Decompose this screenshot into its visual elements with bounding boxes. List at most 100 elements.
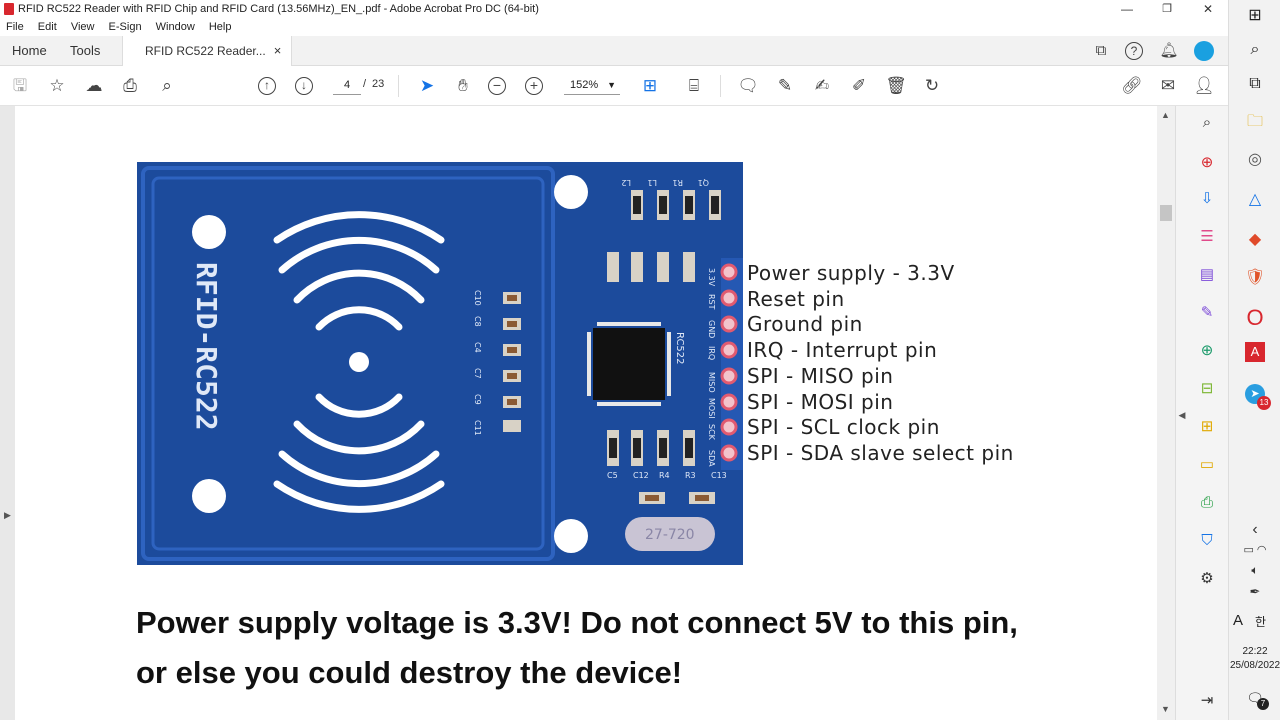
notifications-bell-icon[interactable]: 🔔︎	[1158, 40, 1180, 62]
scrolling-mode-icon[interactable]: ⌸	[682, 74, 706, 98]
network-app-icon[interactable]: ◎	[1241, 146, 1269, 174]
windows-start-icon[interactable]: ⊞	[1241, 2, 1269, 30]
print-icon[interactable]: ⎙	[118, 74, 142, 98]
scan-ocr-icon[interactable]: ⊕	[1196, 340, 1218, 362]
delete-trash-icon[interactable]: 🗑︎	[884, 74, 908, 98]
zoom-level-value: 152%	[570, 79, 599, 91]
pcb-pin-silk-label: SDA	[707, 450, 716, 467]
ime-mode[interactable]: 한	[1255, 613, 1266, 630]
pin-label-3v3: Power supply - 3.3V	[747, 261, 955, 285]
link-icon[interactable]: 🔗︎	[1120, 74, 1144, 98]
tab-close-icon[interactable]: ×	[274, 43, 282, 58]
opera-browser-icon[interactable]: O	[1241, 304, 1269, 332]
edit-pdf-icon[interactable]: ▤	[1196, 264, 1218, 286]
pane-expand-icon[interactable]: ⇥	[1196, 690, 1218, 712]
close-button[interactable]: ✕	[1188, 0, 1228, 18]
create-pdf-icon[interactable]: ⇩	[1196, 188, 1218, 210]
scroll-up-icon[interactable]: ▲	[1161, 110, 1170, 120]
fill-sign-pane-icon[interactable]: ✎	[1196, 302, 1218, 324]
pcb-top-silk-label: Q1	[698, 178, 709, 187]
select-cursor-icon[interactable]: ➤	[415, 74, 439, 98]
notification-count: 7	[1257, 698, 1269, 710]
clock-date[interactable]: 25/08/2022	[1229, 660, 1280, 671]
account-avatar[interactable]	[1194, 41, 1214, 61]
pcb-board-label: RFID-RC522	[190, 262, 223, 431]
tab-document[interactable]: RFID RC522 Reader... ×	[122, 36, 293, 67]
bookmark-star-icon[interactable]: ☆	[45, 74, 69, 98]
menu-help[interactable]: Help	[209, 21, 232, 33]
menu-bar: File Edit View E-Sign Window Help	[0, 18, 1228, 36]
tab-home[interactable]: Home	[12, 36, 47, 66]
share-screen-icon[interactable]: ⧉	[1090, 40, 1112, 62]
taskbar-search-icon[interactable]: ⌕	[1241, 36, 1269, 64]
task-view-icon[interactable]: ⧉	[1241, 70, 1269, 98]
save-icon[interactable]: 🖫	[8, 74, 32, 98]
menu-view[interactable]: View	[71, 21, 95, 33]
zoom-in-icon[interactable]: +	[525, 77, 543, 95]
email-icon[interactable]: ✉	[1156, 74, 1180, 98]
menu-window[interactable]: Window	[156, 21, 195, 33]
comment-pane-icon[interactable]: ▭	[1196, 454, 1218, 476]
acrobat-taskbar-icon[interactable]: A	[1245, 342, 1265, 362]
pcb-top-silk-label: L1	[647, 178, 657, 187]
sign-icon[interactable]: ✍︎	[810, 74, 834, 98]
comment-icon[interactable]: 🗨︎	[736, 74, 760, 98]
pane-search-icon[interactable]: ⌕	[1196, 112, 1218, 134]
pen-icon[interactable]: ✒	[1241, 578, 1269, 606]
zoom-level-select[interactable]: 152% ▼	[564, 75, 620, 95]
pcb-bottom-silk-label: C12	[633, 471, 649, 480]
rotate-icon[interactable]: ↻	[920, 74, 944, 98]
add-user-icon[interactable]: 👤︎	[1192, 74, 1216, 98]
more-tools-icon[interactable]: ⚙	[1196, 568, 1218, 590]
pcb-cap-silk-label: C8	[473, 316, 482, 327]
compress-icon[interactable]: ⊞	[1196, 416, 1218, 438]
warning-line-1: Power supply voltage is 3.3V! Do not con…	[136, 605, 1018, 640]
previous-page-icon[interactable]: ↑	[258, 77, 276, 95]
highlight-pen-icon[interactable]: ✎	[773, 74, 797, 98]
pin-label-sck: SPI - SCL clock pin	[747, 415, 940, 439]
left-panel-expand-icon[interactable]: ▶	[4, 510, 11, 521]
figma-app-icon[interactable]: ◆	[1241, 226, 1269, 254]
rfid-module-image: RFID-RC522 RC522 27-720 3.3V RST GND IRQ…	[137, 162, 743, 565]
file-explorer-icon[interactable]: 🗀	[1241, 108, 1269, 136]
protect-shield-icon[interactable]: ⛉	[1196, 530, 1218, 552]
title-bar: RFID RC522 Reader with RFID Chip and RFI…	[0, 0, 1228, 18]
scroll-down-icon[interactable]: ▼	[1161, 704, 1170, 714]
pcb-pin-silk-label: 3.3V	[707, 268, 716, 287]
fill-sign-icon[interactable]: ✐	[847, 74, 871, 98]
brave-browser-icon[interactable]: 🛡︎	[1241, 264, 1269, 292]
pcb-pin-silk-label: MOSI	[707, 398, 716, 419]
zoom-out-icon[interactable]: −	[488, 77, 506, 95]
tab-tools[interactable]: Tools	[70, 36, 100, 66]
hand-tool-icon[interactable]: ✋︎	[451, 74, 475, 98]
scrollbar-thumb[interactable]	[1160, 205, 1172, 221]
rfid-module-drawing: RFID-RC522 RC522 27-720 3.3VRSTGNDIRQMIS…	[141, 166, 743, 561]
minimize-button[interactable]: —	[1107, 0, 1147, 18]
clock-time[interactable]: 22:22	[1229, 646, 1280, 657]
pcb-pin-silk-label: RST	[707, 294, 716, 310]
menu-esign[interactable]: E-Sign	[109, 21, 142, 33]
page-separator: /	[363, 78, 367, 90]
fit-page-icon[interactable]: ⊞	[638, 74, 662, 98]
tab-document-label: RFID RC522 Reader...	[145, 44, 266, 58]
pane-collapse-icon[interactable]: ◀	[1176, 404, 1188, 426]
menu-edit[interactable]: Edit	[38, 21, 57, 33]
input-language[interactable]: A	[1233, 612, 1243, 629]
compare-icon[interactable]: ⊟	[1196, 378, 1218, 400]
menu-file[interactable]: File	[6, 21, 24, 33]
vertical-scrollbar[interactable]: ▲ ▼	[1157, 106, 1175, 720]
pin-label-irq: IRQ - Interrupt pin	[747, 338, 938, 362]
pcb-bottom-silk-label: C5	[607, 471, 618, 480]
maximize-button[interactable]: ❐	[1147, 0, 1187, 18]
search-zoom-icon[interactable]: ⌕	[155, 74, 179, 98]
upload-cloud-icon[interactable]: ☁	[82, 74, 106, 98]
page-number-input[interactable]: 4	[333, 75, 361, 95]
azure-app-icon[interactable]: △	[1241, 186, 1269, 214]
print-production-icon[interactable]: ⎙	[1196, 492, 1218, 514]
export-pdf-icon[interactable]: ⊕	[1196, 152, 1218, 174]
chip-label: RC522	[674, 332, 685, 365]
page-total: 23	[372, 78, 385, 90]
organize-pages-icon[interactable]: ☰	[1196, 226, 1218, 248]
next-page-icon[interactable]: ↓	[295, 77, 313, 95]
help-icon[interactable]: ?	[1125, 42, 1143, 60]
